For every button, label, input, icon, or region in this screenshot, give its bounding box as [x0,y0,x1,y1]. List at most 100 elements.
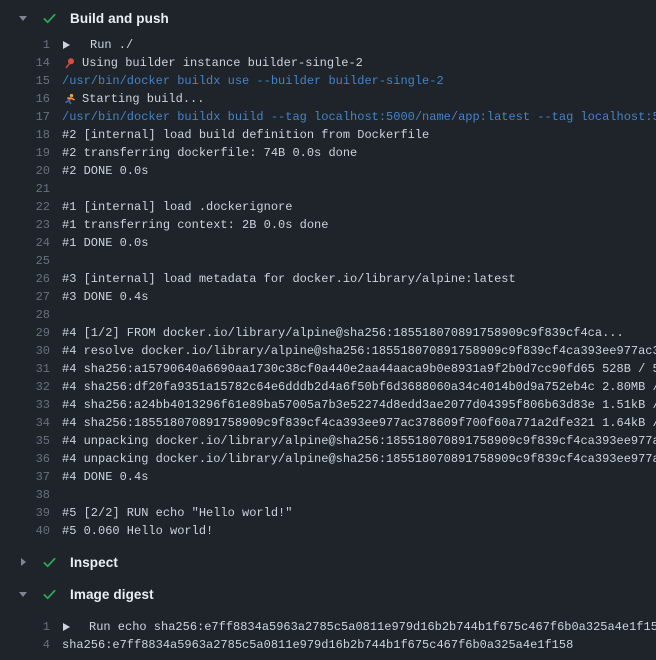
log-text: sha256:e7ff8834a5963a2785c5a0811e979d16b… [62,636,573,654]
log-text: #4 sha256:185518070891758909c9f839cf4ca3… [62,414,656,432]
log-text: #5 0.060 Hello world! [62,522,213,540]
log-line: 1 Run echo sha256:e7ff8834a5963a2785c5a08… [0,618,656,636]
log-text: #4 [1/2] FROM docker.io/library/alpine@s… [62,324,624,342]
chevron-down-icon [18,589,30,599]
log-line: 19 #2 transferring dockerfile: 74B 0.0s d… [0,144,656,162]
line-number[interactable]: 1 [0,36,50,54]
line-number[interactable]: 18 [0,126,50,144]
pushpin-icon [62,57,76,70]
line-number[interactable]: 40 [0,522,50,540]
line-number[interactable]: 29 [0,324,50,342]
check-icon [42,555,58,570]
line-number[interactable]: 27 [0,288,50,306]
chevron-right-icon [18,557,30,567]
line-number[interactable]: 36 [0,450,50,468]
log-text: #1 [internal] load .dockerignore [62,198,292,216]
log-line: 35 #4 unpacking docker.io/library/alpine@… [0,432,656,450]
line-number[interactable]: 35 [0,432,50,450]
check-icon [42,11,58,26]
line-number[interactable]: 24 [0,234,50,252]
play-icon[interactable] [62,622,71,632]
log-line: 4 sha256:e7ff8834a5963a2785c5a0811e979d16… [0,636,656,654]
log-line: 25 [0,252,656,270]
log-text: /usr/bin/docker buildx use --builder bui… [62,72,444,90]
log-line: 27 #3 DONE 0.4s [0,288,656,306]
log-line: 23 #1 transferring context: 2B 0.0s done [0,216,656,234]
log-text: Run ./ [90,36,133,54]
chevron-down-icon [18,13,30,23]
section-title: Image digest [70,587,154,602]
line-number[interactable]: 30 [0,342,50,360]
line-number[interactable]: 34 [0,414,50,432]
log-text: #3 DONE 0.4s [62,288,148,306]
log-viewer: Build and push1Run ./14Using builder ins… [0,2,656,660]
log-text: #4 unpacking docker.io/library/alpine@sh… [62,450,656,468]
log-line: 18 #2 [internal] load build definition fr… [0,126,656,144]
log-line: 1 Run ./ [0,36,656,54]
log-text: Run echo sha256:e7ff8834a5963a2785c5a081… [89,618,656,636]
section-title: Build and push [70,11,169,26]
line-number[interactable]: 31 [0,360,50,378]
log-line: 21 [0,180,656,198]
line-number[interactable]: 17 [0,108,50,126]
log-text: #2 DONE 0.0s [62,162,148,180]
line-number[interactable]: 1 [0,618,50,636]
log-text: #2 transferring dockerfile: 74B 0.0s don… [62,144,357,162]
line-number[interactable]: 16 [0,90,50,108]
log-lines-image-digest: 1 Run echo sha256:e7ff8834a5963a2785c5a08… [0,610,656,654]
runner-icon [62,93,76,106]
log-line: 15/usr/bin/docker buildx use --builder b… [0,72,656,90]
log-line: 29 #4 [1/2] FROM docker.io/library/alpine… [0,324,656,342]
line-number[interactable]: 39 [0,504,50,522]
line-number[interactable]: 28 [0,306,50,324]
log-line: 40 #5 0.060 Hello world! [0,522,656,540]
log-text: #4 sha256:df20fa9351a15782c64e6dddb2d4a6… [62,378,656,396]
log-text: Starting build... [82,90,204,108]
log-line: 16 Starting build... [0,90,656,108]
section-header-image-digest[interactable]: Image digest [0,578,656,610]
log-line: 31 #4 sha256:a15790640a6690aa1730c38cf0a4… [0,360,656,378]
log-line: 38 [0,486,656,504]
log-lines-build-and-push: 1 Run ./ 14 Using builder instance builder-… [0,34,656,540]
line-number[interactable]: 22 [0,198,50,216]
log-line: 36 #4 unpacking docker.io/library/alpine@… [0,450,656,468]
line-number[interactable]: 21 [0,180,50,198]
log-text: #1 transferring context: 2B 0.0s done [62,216,328,234]
log-text: #4 sha256:a15790640a6690aa1730c38cf0a440… [62,360,656,378]
line-number[interactable]: 32 [0,378,50,396]
log-text: Using builder instance builder-single-2 [82,54,363,72]
line-number[interactable]: 4 [0,636,50,654]
log-line: 24 #1 DONE 0.0s [0,234,656,252]
section-header-build-and-push[interactable]: Build and push [0,2,656,34]
log-text: #2 [internal] load build definition from… [62,126,429,144]
section-header-inspect[interactable]: Inspect [0,546,656,578]
log-line: 17/usr/bin/docker buildx build --tag loc… [0,108,656,126]
log-text: #4 DONE 0.4s [62,468,148,486]
line-number[interactable]: 37 [0,468,50,486]
log-text: #3 [internal] load metadata for docker.i… [62,270,516,288]
log-text: #4 unpacking docker.io/library/alpine@sh… [62,432,656,450]
log-line: 20 #2 DONE 0.0s [0,162,656,180]
log-line: 39#5 [2/2] RUN echo "Hello world!" [0,504,656,522]
log-line: 34 #4 sha256:185518070891758909c9f839cf4c… [0,414,656,432]
log-line: 37 #4 DONE 0.4s [0,468,656,486]
check-icon [42,587,58,602]
line-number[interactable]: 19 [0,144,50,162]
log-text: #1 DONE 0.0s [62,234,148,252]
log-line: 22 #1 [internal] load .dockerignore [0,198,656,216]
log-line: 14 Using builder instance builder-single-… [0,54,656,72]
line-number[interactable]: 14 [0,54,50,72]
log-line: 32 #4 sha256:df20fa9351a15782c64e6dddb2d4… [0,378,656,396]
line-number[interactable]: 38 [0,486,50,504]
log-text: /usr/bin/docker buildx build --tag local… [62,108,656,126]
line-number[interactable]: 23 [0,216,50,234]
play-icon[interactable] [62,40,72,50]
log-line: 30 #4 resolve docker.io/library/alpine@sh… [0,342,656,360]
line-number[interactable]: 26 [0,270,50,288]
line-number[interactable]: 33 [0,396,50,414]
line-number[interactable]: 20 [0,162,50,180]
line-number[interactable]: 25 [0,252,50,270]
log-text: #4 resolve docker.io/library/alpine@sha2… [62,342,656,360]
line-number[interactable]: 15 [0,72,50,90]
log-line: 28 [0,306,656,324]
